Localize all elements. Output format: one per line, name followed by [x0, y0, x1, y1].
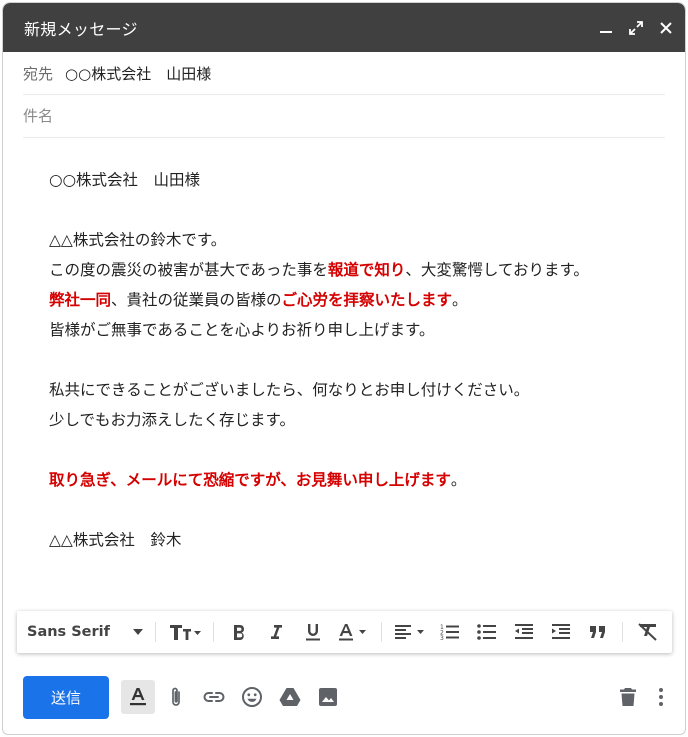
text-size-icon[interactable]: [162, 617, 208, 647]
recipients-row[interactable]: 宛先 ○○株式会社 山田様: [23, 52, 665, 95]
subject-input[interactable]: [23, 107, 665, 125]
insert-emoji-icon[interactable]: [233, 678, 271, 716]
compose-window: 新規メッセージ 宛先 ○○株式会社 山田様 ○○株式会社 山田様 △△株式会社の…: [2, 2, 686, 735]
indent-less-icon[interactable]: [506, 617, 543, 647]
align-icon[interactable]: [388, 617, 432, 647]
send-button[interactable]: 送信: [23, 675, 109, 719]
attach-file-icon[interactable]: [157, 678, 195, 716]
body-emphasis: 取り急ぎ、メールにて恐縮ですが、お見舞い申し上げます: [49, 471, 451, 489]
formatting-toolbar: Sans Serif 123: [17, 611, 672, 653]
dropdown-arrow-icon: [132, 629, 143, 635]
more-options-icon[interactable]: [647, 678, 675, 716]
body-line: この度の震災の被害が甚大であった事を報道で知り、大変驚愕しております。: [49, 255, 665, 285]
window-controls: [599, 20, 673, 35]
body-line: 少しでもお力添えしたく存じます。: [49, 411, 295, 429]
recipient-chip[interactable]: ○○株式会社 山田様: [65, 63, 211, 84]
compose-actions: 送信: [23, 675, 675, 719]
underline-icon[interactable]: [294, 617, 331, 647]
google-drive-icon[interactable]: [271, 678, 309, 716]
indent-more-icon[interactable]: [542, 617, 579, 647]
body-emphasis: 弊社一同: [49, 291, 112, 309]
compose-titlebar[interactable]: 新規メッセージ: [3, 3, 685, 52]
text-color-icon[interactable]: [331, 617, 375, 647]
numbered-list-icon[interactable]: 123: [432, 617, 469, 647]
bold-icon[interactable]: [220, 617, 257, 647]
fullscreen-icon[interactable]: [629, 20, 643, 35]
svg-text:3: 3: [440, 635, 444, 641]
body-text: 、貴社の従業員の皆様の: [111, 291, 282, 309]
quote-icon[interactable]: [579, 617, 616, 647]
close-icon[interactable]: [659, 21, 673, 35]
body-text: 。: [452, 291, 468, 309]
clear-formatting-icon[interactable]: [629, 617, 666, 647]
body-line: 取り急ぎ、メールにて恐縮ですが、お見舞い申し上げます。: [49, 465, 665, 495]
font-family-label: Sans Serif: [27, 624, 110, 640]
body-line: △△株式会社の鈴木です。: [49, 231, 227, 249]
subject-row: [23, 95, 665, 138]
font-family-select[interactable]: Sans Serif: [27, 624, 149, 640]
discard-draft-icon[interactable]: [609, 678, 647, 716]
body-line: △△株式会社 鈴木: [49, 531, 182, 549]
insert-link-icon[interactable]: [195, 678, 233, 716]
bulleted-list-icon[interactable]: [469, 617, 506, 647]
body-emphasis: ご心労を拝察いたします: [281, 291, 453, 309]
body-text: 。: [450, 471, 467, 489]
italic-icon[interactable]: [257, 617, 294, 647]
body-line: ○○株式会社 山田様: [49, 171, 201, 189]
body-line: 弊社一同、貴社の従業員の皆様のご心労を拝察いたします。: [49, 285, 665, 315]
body-text: 、大変驚愕しております。: [405, 261, 589, 279]
message-body[interactable]: ○○株式会社 山田様 △△株式会社の鈴木です。 この度の震災の被害が甚大であった…: [3, 138, 685, 555]
to-label: 宛先: [23, 64, 54, 83]
body-emphasis: 報道で知り: [327, 261, 406, 279]
body-text: この度の震災の被害が甚大であった事を: [49, 261, 328, 279]
body-line: 皆様がご無事であることを心よりお祈り申し上げます。: [49, 321, 435, 339]
window-title: 新規メッセージ: [24, 19, 138, 39]
insert-photo-icon[interactable]: [309, 678, 347, 716]
formatting-options-icon[interactable]: [121, 680, 155, 714]
minimize-icon[interactable]: [599, 21, 613, 35]
body-line: 私共にできることがございましたら、何なりとお申し付けください。: [49, 381, 530, 399]
